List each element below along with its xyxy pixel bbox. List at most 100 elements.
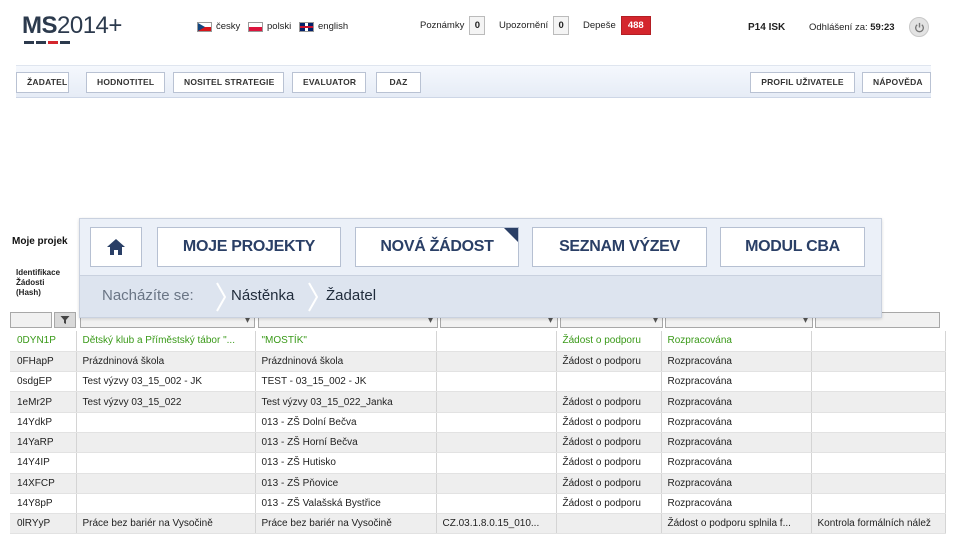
table-cell: Žádost o podporu [556,412,662,433]
table-cell [76,412,256,433]
table-row[interactable]: 14YdkP 013 - ZŠ Dolní Bečva Žádost o podpo… [10,412,946,433]
role-bar: ŽADATEL HODNOTITEL NOSITEL STRATEGIE EVA… [16,65,931,98]
app-logo[interactable]: MS2014+ [22,12,122,48]
table-cell: 013 - ZŠ Pňovice [255,473,437,494]
language-czech-link[interactable]: česky [197,21,240,32]
alerts-count-badge: 0 [553,16,570,35]
table-row[interactable]: 0DYN1P Dětský klub a Příměstský tábor "..… [10,331,946,352]
table-cell [811,391,946,413]
column-header-id[interactable]: Identifikace Žádosti (Hash) [16,268,60,298]
notes-counter[interactable]: Poznámky 0 [420,16,486,35]
table-cell: Rozpracována [661,452,812,474]
table-row[interactable]: 14Y8pP 013 - ZŠ Valašská Bystřice Žádost o… [10,493,946,515]
table-cell: CZ.03.1.8.0.15_010... [436,513,557,535]
en-flag-icon [299,21,314,32]
table-row[interactable]: 0lRYyP Práce bez bariér na Vysočině Práce … [10,513,946,535]
projects-table: 0DYN1P Dětský klub a Příměstský tábor "..… [10,331,946,535]
table-cell: Rozpracována [661,351,812,373]
breadcrumb-label: Nacházíte se: [102,287,194,304]
table-cell: Žádost o podporu [556,452,662,474]
breadcrumb-separator-icon [216,282,226,312]
table-cell [436,371,557,393]
table-cell [811,371,946,393]
logout-timer: Odhlášení za: 59:23 [809,22,895,33]
nav-calls-list-button[interactable]: SEZNAM VÝZEV [532,227,707,267]
messages-counter[interactable]: Depeše 488 [583,16,651,35]
breadcrumb-item-dashboard[interactable]: Nástěnka [231,287,294,304]
table-cell: 14YaRP [10,432,77,454]
table-cell: Kontrola formálních nálež [811,513,946,535]
table-row[interactable]: 0FHapP Prázdninová škola Prázdninová škola… [10,351,946,373]
table-cell: TEST - 03_15_002 - JK [255,371,437,393]
table-cell: Žádost o podporu [556,351,662,373]
table-cell [436,432,557,454]
table-cell [811,331,946,352]
table-row[interactable]: 0sdgEP Test výzvy 03_15_002 - JK TEST - 03… [10,371,946,393]
table-cell: Rozpracována [661,412,812,433]
language-polish-link[interactable]: polski [248,21,291,32]
profile-button[interactable]: PROFIL UŽIVATELE [750,72,855,93]
table-row[interactable]: 14Y4IP 013 - ZŠ Hutisko Žádost o podporu Ro… [10,452,946,474]
role-tab-evaluator[interactable]: EVALUATOR [292,72,366,93]
table-cell: Práce bez bariér na Vysočině [76,513,256,535]
table-cell: Práce bez bariér na Vysočině [255,513,437,535]
nav-cba-module-button[interactable]: MODUL CBA [720,227,865,267]
table-cell: Žádost o podporu [556,493,662,515]
filter-funnel-icon[interactable] [54,312,76,328]
table-cell [556,371,662,393]
table-cell [76,473,256,494]
table-cell: Prázdninová škola [76,351,256,373]
table-cell: Test výzvy 03_15_022 [76,391,256,413]
table-cell: Prázdninová škola [255,351,437,373]
filter-input-id[interactable] [10,312,52,328]
breadcrumb-separator-icon [308,282,318,312]
role-tab-zadatel[interactable]: ŽADATEL [16,72,69,93]
nav-my-projects-button[interactable]: MOJE PROJEKTY [157,227,341,267]
nav-new-application-button[interactable]: NOVÁ ŽÁDOST [355,227,519,267]
table-cell: Žádost o podporu [556,473,662,494]
role-tab-daz[interactable]: DAZ [376,72,421,93]
table-cell [436,473,557,494]
help-button[interactable]: NÁPOVĚDA [862,72,931,93]
table-row[interactable]: 14YaRP 013 - ZŠ Horní Bečva Žádost o podpo… [10,432,946,454]
table-cell [76,432,256,454]
table-cell [811,412,946,433]
notes-count-badge: 0 [469,16,486,35]
table-cell [436,351,557,373]
table-cell [436,452,557,474]
table-cell: Žádost o podporu [556,331,662,352]
messages-count-badge: 488 [620,16,651,35]
table-cell: 1eMr2P [10,391,77,413]
table-cell: Žádost o podporu [556,391,662,413]
table-cell [76,493,256,515]
table-cell: 013 - ZŠ Valašská Bystřice [255,493,437,515]
table-cell: Žádost o podporu [556,432,662,454]
table-cell: Dětský klub a Příměstský tábor "... [76,331,256,352]
corner-marker [504,228,518,242]
power-icon[interactable] [909,17,929,37]
logo-bars [24,41,122,44]
table-cell [436,412,557,433]
table-cell [556,513,662,535]
table-row[interactable]: 14XFCP 013 - ZŠ Pňovice Žádost o podporu Ro… [10,473,946,494]
table-cell: Rozpracována [661,493,812,515]
role-tab-nositel-strategie[interactable]: NOSITEL STRATEGIE [173,72,284,93]
table-cell: Test výzvy 03_15_022_Janka [255,391,437,413]
table-cell: Rozpracována [661,331,812,352]
table-cell: "MOSTÍK" [255,331,437,352]
home-button[interactable] [90,227,142,267]
alerts-counter[interactable]: Upozornění 0 [499,16,570,35]
role-tab-hodnotitel[interactable]: HODNOTITEL [86,72,165,93]
main-navigation: MOJE PROJEKTY NOVÁ ŽÁDOST SEZNAM VÝZEV M… [79,218,882,318]
table-cell: Rozpracována [661,473,812,494]
user-name[interactable]: P14 ISK [748,22,785,33]
table-cell: 0FHapP [10,351,77,373]
table-cell: Žádost o podporu splnila f... [661,513,812,535]
language-english-link[interactable]: english [299,21,348,32]
table-cell [811,452,946,474]
table-cell: Rozpracována [661,432,812,454]
table-row[interactable]: 1eMr2P Test výzvy 03_15_022 Test výzvy 03_… [10,391,946,413]
table-cell [811,351,946,373]
table-cell [811,432,946,454]
table-cell: 013 - ZŠ Hutisko [255,452,437,474]
